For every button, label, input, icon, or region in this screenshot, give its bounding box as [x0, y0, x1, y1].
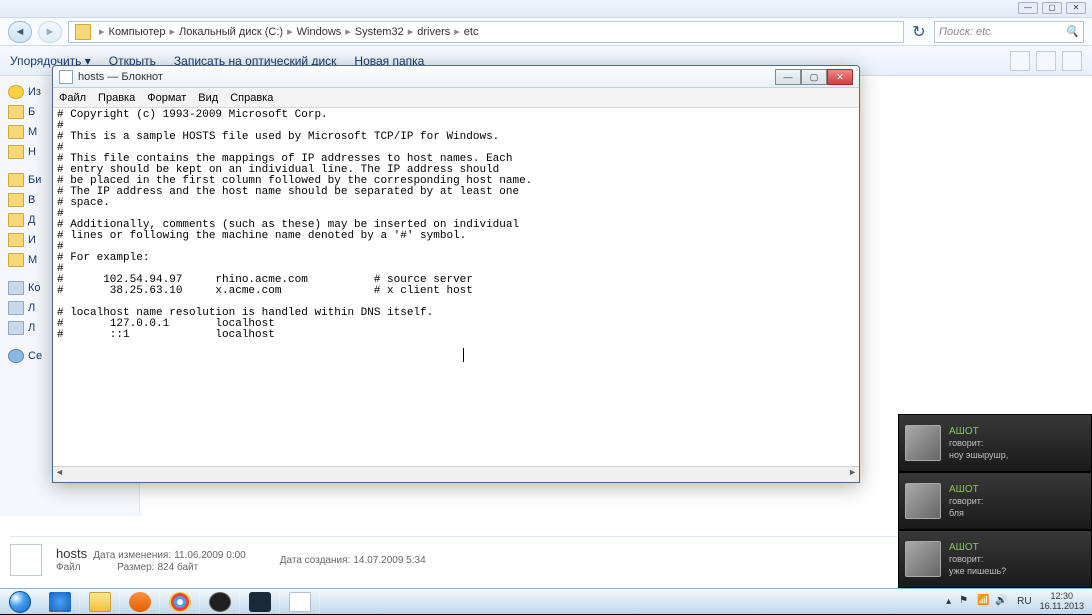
notepad-window: hosts — Блокнот — ▢ ✕ Файл Правка Формат…: [52, 65, 860, 483]
chat-notification[interactable]: АШОТ говорит: уже пишешь?: [898, 530, 1092, 588]
taskbar-ie[interactable]: [40, 590, 80, 614]
folder-icon: [8, 253, 24, 267]
computer-icon: [8, 281, 24, 295]
app-icon: [289, 592, 311, 612]
explorer-close-button[interactable]: ✕: [1066, 2, 1086, 14]
taskbar-chrome[interactable]: [160, 590, 200, 614]
star-icon: [8, 85, 24, 99]
menu-view[interactable]: Вид: [198, 92, 218, 104]
menu-help[interactable]: Справка: [230, 92, 273, 104]
file-icon: [10, 544, 42, 576]
explorer-titlebar[interactable]: — ▢ ✕: [0, 0, 1092, 18]
windows-icon: [9, 591, 31, 613]
menu-file[interactable]: Файл: [59, 92, 86, 104]
notification-stack: АШОТ говорит: ноу эшырушр, АШОТ говорит:…: [898, 414, 1092, 588]
chat-notification[interactable]: АШОТ говорит: ноу эшырушр,: [898, 414, 1092, 472]
search-input[interactable]: Поиск: etc 🔍: [934, 21, 1084, 43]
folder-icon: [75, 24, 91, 40]
chat-notification[interactable]: АШОТ говорит: бля: [898, 472, 1092, 530]
drive-icon: [8, 301, 24, 315]
text-cursor: [463, 348, 464, 362]
network-icon: [8, 349, 24, 363]
desktop: — ▢ ✕ ◄ ► ▸ Компьютер▸ Локальный диск (C…: [0, 0, 1092, 614]
start-button[interactable]: [0, 589, 40, 615]
bc-seg[interactable]: etc: [464, 26, 479, 38]
avatar: [905, 483, 941, 519]
notepad-titlebar[interactable]: hosts — Блокнот — ▢ ✕: [53, 66, 859, 88]
folder-icon: [8, 193, 24, 207]
taskbar-explorer[interactable]: [80, 590, 120, 614]
menu-edit[interactable]: Правка: [98, 92, 135, 104]
notepad-minimize-button[interactable]: —: [775, 69, 801, 85]
explorer-maximize-button[interactable]: ▢: [1042, 2, 1062, 14]
folder-icon: [89, 592, 111, 612]
steam-icon: [249, 592, 271, 612]
notepad-textarea[interactable]: # Copyright (c) 1993-2009 Microsoft Corp…: [53, 108, 859, 466]
explorer-navbar: ◄ ► ▸ Компьютер▸ Локальный диск (C:)▸ Wi…: [0, 18, 1092, 46]
bc-seg[interactable]: System32: [355, 26, 404, 38]
taskbar-wmp[interactable]: [120, 590, 160, 614]
folder-icon: [8, 233, 24, 247]
search-icon: 🔍: [1065, 25, 1079, 39]
clock[interactable]: 12:30 16.11.2013: [1040, 592, 1084, 612]
tray-network-icon[interactable]: 📶: [977, 595, 991, 609]
folder-icon: [8, 105, 24, 119]
folder-icon: [8, 125, 24, 139]
notepad-title: hosts — Блокнот: [78, 71, 163, 83]
ie-icon: [49, 592, 71, 612]
view-button[interactable]: [1010, 51, 1030, 71]
back-button[interactable]: ◄: [8, 21, 32, 43]
obs-icon: [209, 592, 231, 612]
library-icon: [8, 173, 24, 187]
bc-seg[interactable]: Компьютер: [109, 26, 166, 38]
notepad-icon: [59, 70, 73, 84]
bc-seg[interactable]: drivers: [417, 26, 450, 38]
notepad-menubar: Файл Правка Формат Вид Справка: [53, 88, 859, 108]
explorer-minimize-button[interactable]: —: [1018, 2, 1038, 14]
folder-icon: [8, 145, 24, 159]
menu-format[interactable]: Формат: [147, 92, 186, 104]
tray-chevron-icon[interactable]: ▴: [946, 596, 951, 607]
taskbar-steam[interactable]: [240, 590, 280, 614]
notepad-scrollbar[interactable]: [53, 466, 859, 482]
preview-button[interactable]: [1036, 51, 1056, 71]
help-button[interactable]: [1062, 51, 1082, 71]
breadcrumb[interactable]: ▸ Компьютер▸ Локальный диск (C:)▸ Window…: [68, 21, 904, 43]
forward-button[interactable]: ►: [38, 21, 62, 43]
avatar: [905, 425, 941, 461]
bc-seg[interactable]: Локальный диск (C:): [179, 26, 283, 38]
tray-icon[interactable]: ⚑: [959, 595, 973, 609]
taskbar-obs[interactable]: [200, 590, 240, 614]
taskbar-app[interactable]: [280, 590, 320, 614]
bc-seg[interactable]: Windows: [297, 26, 342, 38]
taskbar: ▴ ⚑ 📶 🔊 RU 12:30 16.11.2013: [0, 588, 1092, 614]
system-tray: ▴ ⚑ 📶 🔊 RU 12:30 16.11.2013: [938, 592, 1092, 612]
chrome-icon: [169, 592, 191, 612]
wmp-icon: [129, 592, 151, 612]
language-indicator[interactable]: RU: [1017, 596, 1031, 607]
tray-volume-icon[interactable]: 🔊: [995, 595, 1009, 609]
refresh-button[interactable]: ↻: [910, 22, 928, 42]
notepad-close-button[interactable]: ✕: [827, 69, 853, 85]
avatar: [905, 541, 941, 577]
status-file-name: hosts: [56, 546, 87, 561]
notepad-maximize-button[interactable]: ▢: [801, 69, 827, 85]
drive-icon: [8, 321, 24, 335]
folder-icon: [8, 213, 24, 227]
